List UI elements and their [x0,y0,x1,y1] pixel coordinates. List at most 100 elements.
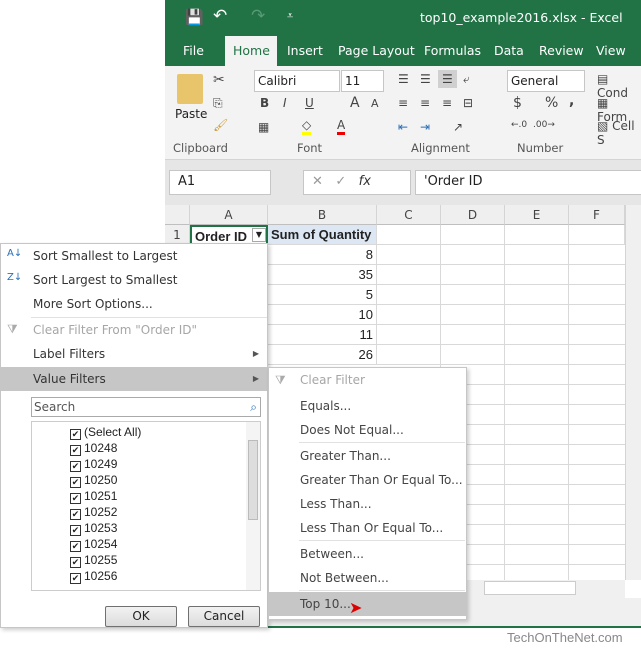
submenu-item[interactable]: Less Than Or Equal To... [269,516,466,540]
font-color-icon[interactable]: A [337,118,346,135]
decrease-decimal-icon[interactable]: .00→ [533,120,555,130]
insert-function-icon[interactable]: fx [359,174,371,189]
search-input[interactable]: Search ⌕ [31,397,261,417]
orientation-icon[interactable]: ↗ [453,120,463,134]
row-header-1[interactable]: 1 [165,225,190,245]
submenu-item[interactable]: Less Than... [269,492,466,516]
quantity-cell[interactable]: 10 [268,305,377,325]
borders-icon[interactable]: ▦ [258,120,269,134]
filter-checkbox-item[interactable]: ✔ (Select All) [70,424,141,440]
tab-formulas[interactable]: Formulas [416,36,489,66]
filter-checkbox-item[interactable]: ✔ 10249 [70,456,117,472]
wrap-text-icon[interactable]: ⤶ [463,72,470,87]
filter-checkbox-item[interactable]: ✔ 10253 [70,520,117,536]
checkbox-checked-icon[interactable]: ✔ [70,461,81,472]
column-header-f[interactable]: F [569,205,625,225]
shrink-font-icon[interactable]: A [371,97,379,110]
comma-button[interactable]: , [569,93,574,109]
submenu-item[interactable]: Does Not Equal... [269,418,466,442]
filter-dropdown-button[interactable]: ▼ [252,228,266,242]
font-name-select[interactable]: Calibri [254,70,340,92]
save-icon[interactable]: 💾 [185,8,204,26]
cell[interactable] [505,225,569,245]
column-header-e[interactable]: E [505,205,569,225]
filter-checkbox-item[interactable]: ✔ 10251 [70,488,117,504]
checkbox-checked-icon[interactable]: ✔ [70,445,81,456]
list-scrollbar[interactable] [246,422,260,590]
tab-data[interactable]: Data [486,36,532,66]
ok-button[interactable]: OK [105,606,177,627]
cell[interactable] [377,225,441,245]
top-align-icon[interactable]: ☰ [398,72,409,86]
italic-button[interactable]: I [283,96,287,110]
column-header-b[interactable]: B [268,205,377,225]
increase-indent-icon[interactable]: ⇥ [420,120,430,134]
undo-icon[interactable]: ↶ [213,6,227,26]
redo-icon[interactable]: ↷ [251,6,265,26]
increase-decimal-icon[interactable]: ←.0 [511,120,527,130]
copy-icon[interactable]: ⎘ [213,96,223,111]
checkbox-checked-icon[interactable]: ✔ [70,557,81,568]
paste-icon[interactable] [177,74,203,104]
value-filters[interactable]: Value Filters ▶ [1,367,267,391]
fill-color-icon[interactable]: ◇ [302,118,312,135]
horizontal-scrollbar[interactable] [466,580,625,598]
align-center-icon[interactable]: ≡ [420,96,430,110]
underline-button[interactable]: U [305,96,314,110]
font-size-select[interactable]: 11 [341,70,384,92]
label-filters[interactable]: Label Filters ▶ [1,342,267,366]
column-header-c[interactable]: C [377,205,441,225]
cell[interactable] [441,225,505,245]
customize-toolbar-icon[interactable]: ⩡ [287,9,293,23]
currency-button[interactable]: $ [513,95,522,111]
checkbox-checked-icon[interactable]: ✔ [70,429,81,440]
filter-checkbox-item[interactable]: ✔ 10252 [70,504,117,520]
submenu-item[interactable]: Between... [269,542,466,566]
cell-b1[interactable]: Sum of Quantity [268,225,377,245]
cut-icon[interactable]: ✂ [213,72,225,88]
quantity-cell[interactable]: 5 [268,285,377,305]
name-box[interactable]: A1 [169,170,271,195]
align-right-icon[interactable]: ≡ [442,96,452,110]
quantity-cell[interactable]: 35 [268,265,377,285]
tab-view[interactable]: View [588,36,634,66]
column-header-a[interactable]: A [190,205,268,225]
tab-insert[interactable]: Insert [279,36,331,66]
paste-button[interactable]: Paste [175,107,207,121]
cancel-icon[interactable]: ✕ [312,174,323,189]
decrease-indent-icon[interactable]: ⇤ [398,120,408,134]
align-left-icon[interactable]: ≡ [398,96,408,110]
cell-styles-button[interactable]: ▧ Cell S [597,119,641,147]
checkbox-checked-icon[interactable]: ✔ [70,477,81,488]
bottom-align-icon[interactable]: ☰ [438,70,457,88]
filter-checkbox-item[interactable]: ✔ 10255 [70,552,117,568]
filter-checkbox-item[interactable]: ✔ 10256 [70,568,117,584]
filter-checkbox-item[interactable]: ✔ 10254 [70,536,117,552]
vertical-scrollbar[interactable] [625,205,641,580]
cell[interactable] [569,225,625,245]
submenu-item[interactable]: Greater Than Or Equal To... [269,468,466,492]
sort-smallest-to-largest[interactable]: Sort Smallest to Largest [1,244,267,268]
merge-center-icon[interactable]: ⊟ [463,96,473,110]
select-all-corner[interactable] [165,205,190,225]
cancel-button[interactable]: Cancel [188,606,260,627]
submenu-item[interactable]: Equals... [269,394,466,418]
filter-checkbox-item[interactable]: ✔ 10250 [70,472,117,488]
more-sort-options[interactable]: More Sort Options... [1,292,267,316]
sort-largest-to-smallest[interactable]: Sort Largest to Smallest [1,268,267,292]
enter-icon[interactable]: ✓ [335,174,346,189]
tab-file[interactable]: File [175,36,212,66]
checkbox-checked-icon[interactable]: ✔ [70,493,81,504]
checkbox-checked-icon[interactable]: ✔ [70,541,81,552]
number-format-select[interactable]: General [507,70,585,92]
submenu-item[interactable]: Greater Than... [269,444,466,468]
quantity-cell[interactable]: 11 [268,325,377,345]
middle-align-icon[interactable]: ☰ [420,72,431,86]
column-header-d[interactable]: D [441,205,505,225]
bold-button[interactable]: B [260,96,269,110]
horizontal-scroll-thumb[interactable] [484,581,576,595]
list-scroll-thumb[interactable] [248,440,258,520]
checkbox-checked-icon[interactable]: ✔ [70,573,81,584]
quantity-cell[interactable]: 26 [268,345,377,365]
checkbox-checked-icon[interactable]: ✔ [70,509,81,520]
